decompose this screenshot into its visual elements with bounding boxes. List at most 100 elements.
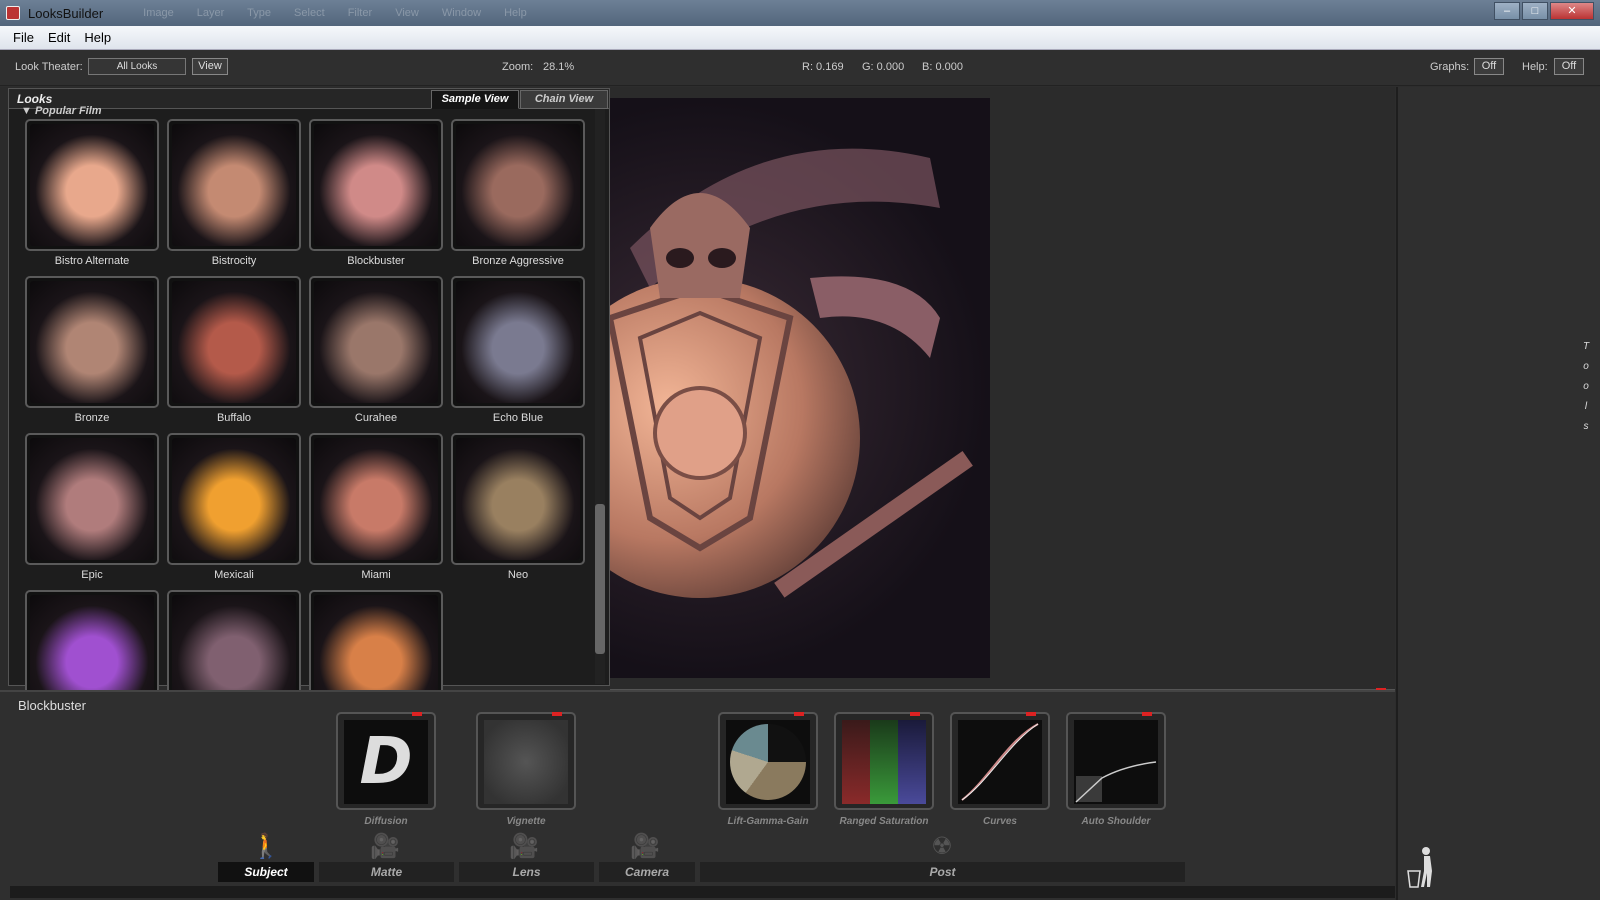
tab-sample-view[interactable]: Sample View <box>431 90 519 109</box>
shield-thumbnail-image <box>456 438 580 560</box>
look-thumbnail[interactable]: Epic <box>25 433 159 583</box>
look-thumbnail[interactable]: Buffalo <box>167 276 301 426</box>
tool-diffusion[interactable]: D Diffusion <box>336 712 436 827</box>
look-thumbnail[interactable]: Bistro Alternate <box>25 119 159 269</box>
tools-side-tab[interactable]: Tools <box>1580 337 1592 437</box>
status-bar <box>10 886 1395 898</box>
shoulder-curve-icon <box>1074 720 1158 804</box>
tab-camera[interactable]: Camera <box>599 862 695 882</box>
subject-person-icon: 🚶 <box>251 833 281 860</box>
trash-icon[interactable] <box>1406 845 1438 889</box>
looks-scrollbar[interactable] <box>595 109 605 684</box>
tab-lens[interactable]: Lens <box>459 862 594 882</box>
shield-thumbnail-image <box>172 124 296 246</box>
view-button[interactable]: View <box>192 58 228 75</box>
tools-tab-letter: o <box>1583 381 1589 392</box>
look-label: Blockbuster <box>347 255 405 267</box>
look-theater-select[interactable]: All Looks <box>88 58 186 75</box>
look-thumbnail[interactable]: Echo Blue <box>451 276 585 426</box>
maximize-icon[interactable]: □ <box>1522 2 1548 20</box>
tab-post[interactable]: Post <box>700 862 1185 882</box>
look-thumbnail[interactable]: Blockbuster <box>309 119 443 269</box>
look-label: Mexicali <box>214 569 254 581</box>
look-theater-label: Look Theater: <box>15 61 83 73</box>
close-icon[interactable]: ✕ <box>1550 2 1594 20</box>
look-thumbnail[interactable]: Neo <box>451 433 585 583</box>
look-thumbnail[interactable]: Bistrocity <box>167 119 301 269</box>
tool-label: Curves <box>983 816 1017 827</box>
look-thumbnail[interactable]: Mexicali <box>167 433 301 583</box>
look-label: Bistrocity <box>211 255 257 267</box>
shield-thumbnail-image <box>30 281 154 403</box>
tab-matte[interactable]: Matte <box>319 862 454 882</box>
thumbnail-frame <box>167 433 301 565</box>
look-label: Echo Blue <box>492 412 544 424</box>
tool-curves[interactable]: Curves <box>950 712 1050 827</box>
menu-help[interactable]: Help <box>77 30 118 45</box>
shield-thumbnail-image <box>456 124 580 246</box>
tool-label: Auto Shoulder <box>1081 816 1151 827</box>
category-label: Popular Film <box>34 105 102 117</box>
window-titlebar: LooksBuilder Image Layer Type Select Fil… <box>0 0 1600 26</box>
b-readout: B: 0.000 <box>922 61 963 73</box>
shield-thumbnail-image <box>172 281 296 403</box>
look-label: Buffalo <box>216 412 252 424</box>
tools-tab-letter: T <box>1582 341 1590 352</box>
tool-enabled-marker <box>794 712 804 716</box>
tools-tab-letter: l <box>1584 401 1588 412</box>
window-title: LooksBuilder <box>28 5 104 21</box>
tool-ranged-saturation[interactable]: Ranged Saturation <box>834 712 934 827</box>
r-readout: R: 0.169 <box>802 61 844 73</box>
thumbnail-frame <box>25 119 159 251</box>
zoom-label: Zoom: <box>502 61 534 73</box>
tab-chain-view[interactable]: Chain View <box>520 90 608 109</box>
looks-title: Looks <box>17 92 53 106</box>
post-radiation-icon: ☢ <box>931 833 953 860</box>
tool-label: Lift-Gamma-Gain <box>727 816 809 827</box>
tool-label: Ranged Saturation <box>839 816 929 827</box>
thumbnail-frame <box>167 119 301 251</box>
camera-icon: 🎥 <box>630 833 660 860</box>
shield-thumbnail-image <box>30 124 154 246</box>
tool-lift-gamma-gain[interactable]: Lift-Gamma-Gain <box>718 712 818 827</box>
shield-preview-image <box>610 148 973 598</box>
tool-enabled-marker <box>910 712 920 716</box>
look-thumbnail[interactable]: Bronze Aggressive <box>451 119 585 269</box>
menubar: File Edit Help <box>0 26 1600 50</box>
scrollbar-thumb[interactable] <box>595 504 605 654</box>
matte-camera-icon: 🎥 <box>370 833 400 860</box>
shield-thumbnail-image <box>172 438 296 560</box>
look-thumbnail[interactable]: Curahee <box>309 276 443 426</box>
look-label: Bronze <box>74 412 110 424</box>
thumbnail-frame <box>309 276 443 408</box>
thumbnail-frame <box>451 276 585 408</box>
menu-file[interactable]: File <box>6 30 41 45</box>
category-popular-film[interactable]: ▼ Popular Film <box>21 105 102 117</box>
help-toggle[interactable]: Off <box>1554 58 1584 75</box>
tool-label: Diffusion <box>364 816 408 827</box>
looks-panel: Looks Sample View Chain View ▼ Popular F… <box>8 88 610 722</box>
tool-vignette[interactable]: Vignette <box>476 712 576 827</box>
tool-enabled-marker <box>1026 712 1036 716</box>
curve-icon <box>958 720 1042 804</box>
tools-tab-letter: s <box>1583 421 1589 432</box>
minimize-icon[interactable]: – <box>1494 2 1520 20</box>
tools-tab-letter: o <box>1583 361 1589 372</box>
menu-edit[interactable]: Edit <box>41 30 77 45</box>
tool-auto-shoulder[interactable]: Auto Shoulder <box>1066 712 1166 827</box>
shield-thumbnail-image <box>456 281 580 403</box>
look-chain-area: Blockbuster D Diffusion Vignette Lift-Ga… <box>0 690 1395 900</box>
shield-thumbnail-image <box>314 124 438 246</box>
g-readout: G: 0.000 <box>862 61 905 73</box>
image-viewer[interactable] <box>610 98 990 678</box>
tab-subject[interactable]: Subject <box>218 862 314 882</box>
look-thumbnail[interactable]: Bronze <box>25 276 159 426</box>
look-label: Epic <box>81 569 103 581</box>
look-thumbnail[interactable]: Miami <box>309 433 443 583</box>
graphs-toggle[interactable]: Off <box>1474 58 1504 75</box>
thumbnail-frame <box>451 433 585 565</box>
tool-label: Vignette <box>506 816 546 827</box>
thumbnail-frame <box>25 276 159 408</box>
rgb-bars-icon <box>842 720 926 804</box>
shield-thumbnail-image <box>30 438 154 560</box>
